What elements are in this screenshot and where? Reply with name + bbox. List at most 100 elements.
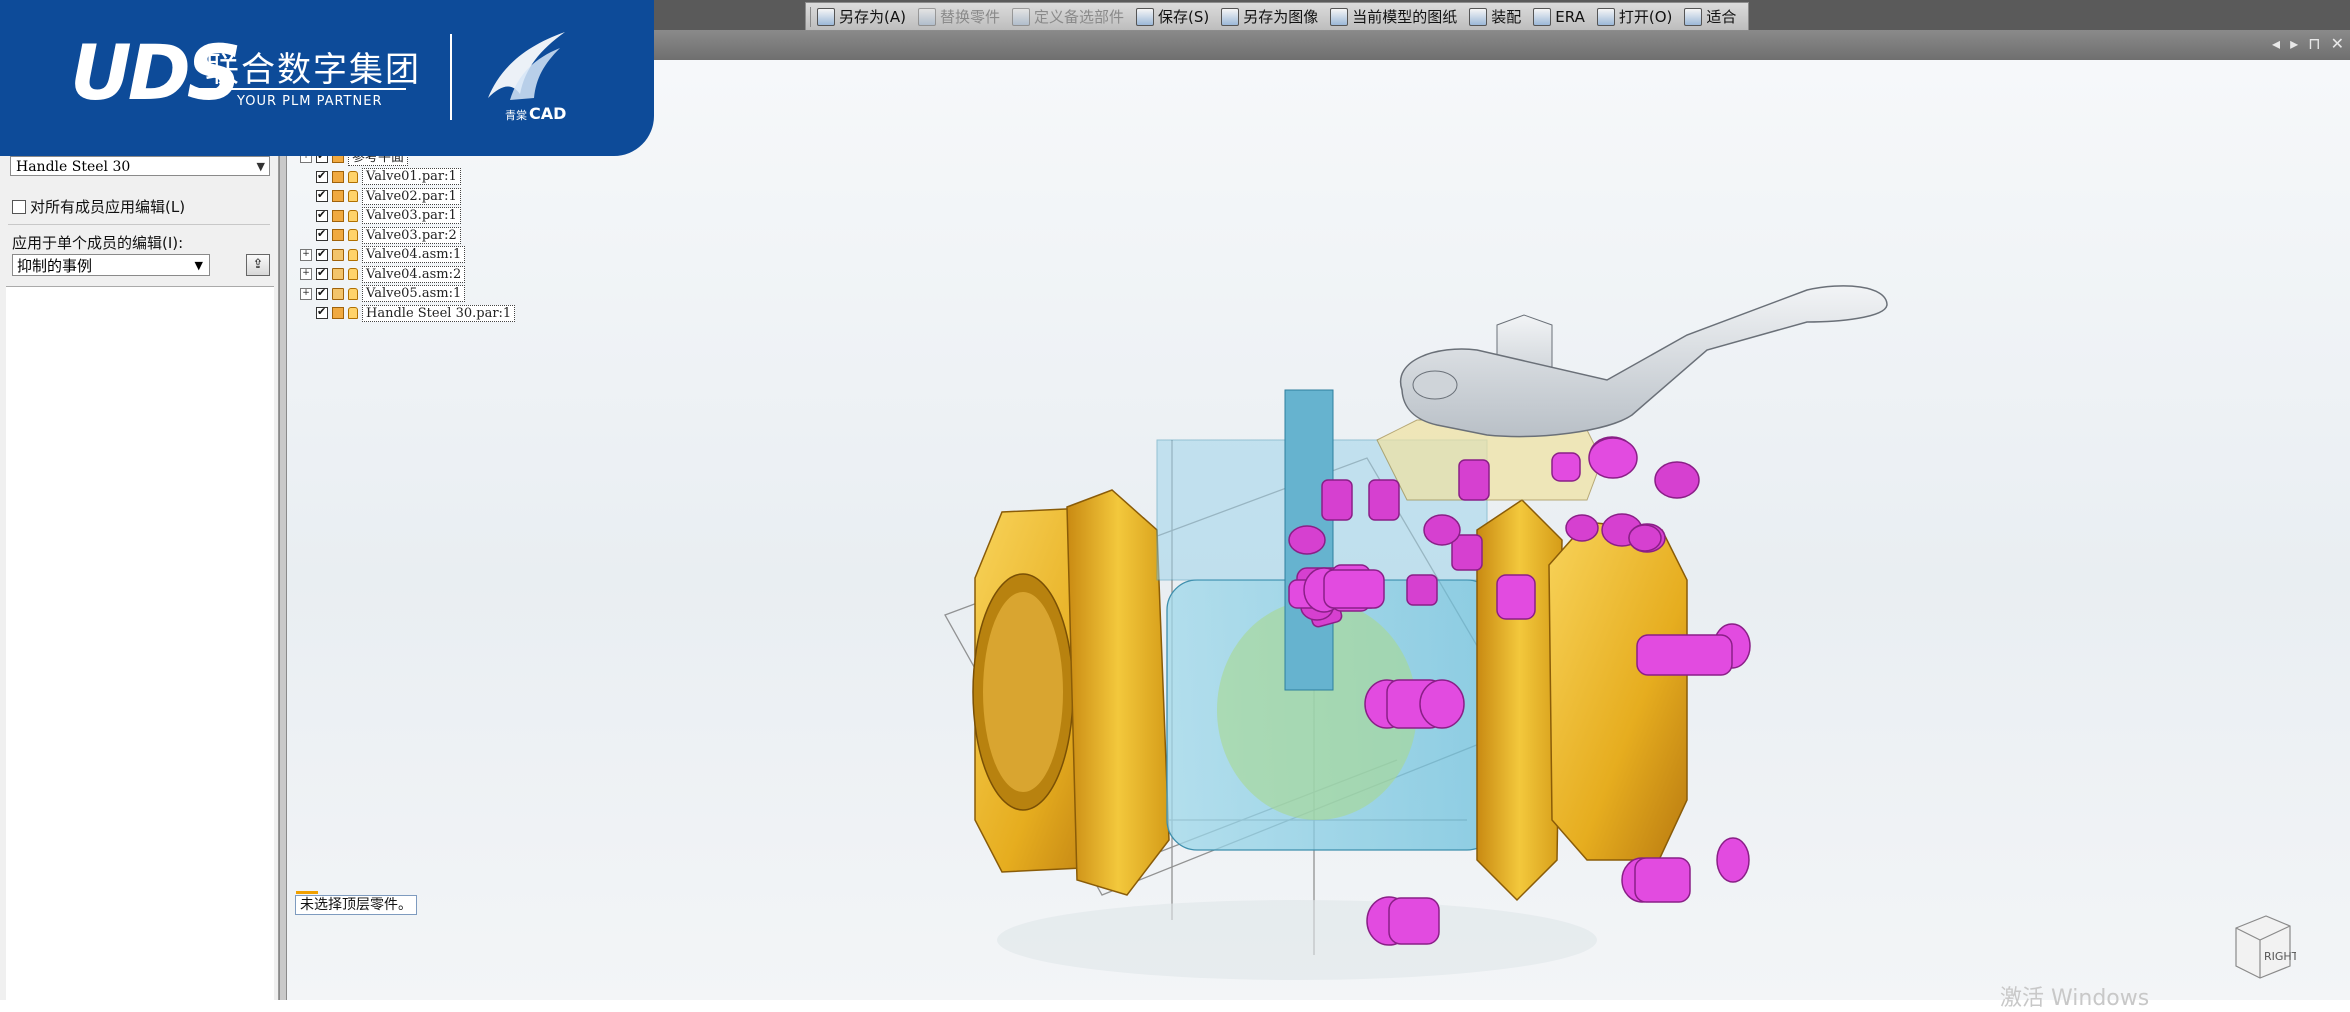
assembly-icon — [332, 248, 344, 261]
part-icon — [332, 170, 344, 183]
visibility-checkbox[interactable] — [316, 227, 328, 241]
visibility-checkbox[interactable] — [316, 247, 328, 261]
toolbar-button-label: 另存为(A) — [839, 8, 906, 26]
expand-icon[interactable]: + — [300, 248, 312, 261]
toolbar-button-9[interactable]: 适合 — [1678, 4, 1742, 29]
valve-assembly-model — [944, 285, 1888, 980]
part-icon — [332, 307, 344, 319]
status-message: 未选择顶层零件。 — [295, 891, 417, 915]
view-cube[interactable]: RIGHT — [2228, 910, 2299, 982]
toolbar-button-label: 替换零件 — [939, 8, 1000, 26]
scroll-right-icon[interactable]: ▸ — [2290, 34, 2298, 53]
tree-item[interactable]: Valve03.par:1 — [300, 207, 461, 225]
apply-all-checkbox[interactable] — [12, 199, 26, 214]
tree-item[interactable]: Valve01.par:1 — [300, 168, 461, 186]
fit-icon — [1684, 7, 1703, 26]
toolbar-button-7[interactable]: ERA — [1527, 4, 1591, 29]
toolbar-button-label: 定义备选部件 — [1033, 8, 1124, 26]
toolbar-button-5[interactable]: 当前模型的图纸 — [1324, 4, 1463, 29]
lock-icon — [348, 307, 358, 319]
lock-icon — [348, 248, 358, 261]
save-as-icon — [817, 7, 835, 26]
toolbar-button-label: 另存为图像 — [1243, 8, 1319, 26]
view-cube-face-label: RIGHT — [2264, 950, 2296, 963]
family-member-panel: Handle Steel 30 ▼ 对所有成员应用编辑(L) 应用于单个成员的编… — [0, 156, 279, 1001]
tree-item-label: Handle Steel 30.par:1 — [362, 304, 516, 322]
tree-item[interactable]: Handle Steel 30.par:1 — [300, 304, 516, 322]
open-icon — [1596, 7, 1615, 26]
visibility-checkbox[interactable] — [316, 208, 328, 222]
apply-all-row[interactable]: 对所有成员应用编辑(L) — [12, 196, 185, 217]
product-prefix: 青棠 — [505, 109, 527, 122]
lock-icon — [348, 170, 358, 183]
visibility-checkbox[interactable] — [316, 266, 328, 280]
tree-item-label: Valve03.par:2 — [362, 226, 461, 244]
tree-item[interactable]: + Valve04.asm:2 — [300, 265, 466, 283]
assembly-icon — [332, 268, 344, 280]
expand-icon[interactable]: + — [300, 287, 312, 300]
pin-icon[interactable]: ⊓ — [2308, 34, 2320, 53]
tagline: YOUR PLM PARTNER — [237, 94, 383, 109]
visibility-checkbox[interactable] — [316, 169, 328, 183]
drawing-icon — [1330, 7, 1349, 26]
era-icon — [1533, 7, 1552, 26]
lock-icon — [348, 287, 358, 300]
tree-item-label: Valve04.asm:2 — [362, 265, 466, 283]
lock-icon — [348, 209, 358, 222]
qingtang-bird-icon — [488, 32, 565, 100]
tree-item[interactable]: + Valve05.asm:1 — [300, 285, 466, 303]
tree-item-label: Valve03.par:1 — [362, 207, 461, 224]
suppress-select-value: 抑制的事例 — [17, 257, 93, 275]
tree-item[interactable]: + Valve04.asm:1 — [300, 246, 466, 264]
apply-all-label: 对所有成员应用编辑(L) — [30, 198, 186, 216]
toolbar-button-label: 当前模型的图纸 — [1352, 8, 1458, 26]
assembly-icon — [1469, 7, 1488, 26]
save-icon — [1136, 7, 1154, 26]
scroll-left-icon[interactable]: ◂ — [2272, 34, 2280, 53]
member-select[interactable]: Handle Steel 30 ▼ — [10, 156, 270, 176]
visibility-checkbox[interactable] — [316, 305, 328, 319]
part-icon — [332, 190, 344, 202]
toolbar-button-3[interactable]: 保存(S) — [1130, 4, 1215, 29]
windows-watermark: 激活 Windows — [2000, 986, 2150, 1011]
3d-viewport[interactable] — [287, 60, 2350, 1000]
tree-item-label: Valve04.asm:1 — [362, 246, 466, 263]
visibility-checkbox[interactable] — [316, 188, 328, 202]
toolbar-button-2[interactable]: 定义备选部件 — [1006, 4, 1130, 29]
chevron-down-icon: ▼ — [256, 160, 265, 173]
member-list[interactable] — [6, 286, 274, 1001]
toolbar-button-label: 打开(O) — [1618, 8, 1673, 26]
toolbar-button-8[interactable]: 打开(O) — [1591, 4, 1679, 29]
toolbar-button-4[interactable]: 另存为图像 — [1215, 4, 1324, 29]
visibility-checkbox[interactable] — [316, 286, 328, 300]
tree-item[interactable]: Valve02.par:1 — [300, 187, 461, 205]
window-controls: ◂ ▸ ⊓ ✕ — [2272, 34, 2344, 53]
toolbar-button-6[interactable]: 装配 — [1463, 4, 1527, 29]
part-icon — [332, 209, 344, 222]
view-cube-icon: RIGHT — [2235, 915, 2299, 979]
tree-item-label: Valve01.par:1 — [362, 168, 461, 185]
tree-item[interactable]: Valve03.par:2 — [300, 226, 461, 244]
close-icon[interactable]: ✕ — [2331, 34, 2344, 53]
define-alternate-icon — [1011, 7, 1030, 26]
uds-logo-banner: UDS 联合数字集团 YOUR PLM PARTNER 青棠 CAD — [0, 0, 654, 156]
member-select-value: Handle Steel 30 — [16, 159, 131, 175]
replace-part-icon — [917, 7, 936, 26]
toolbar-button-0[interactable]: 另存为(A) — [811, 4, 912, 29]
tree-item-label: Valve02.par:1 — [362, 187, 461, 205]
panel-divider — [8, 224, 270, 225]
product-logo: 青棠 CAD — [505, 104, 566, 123]
logo-separator — [450, 34, 452, 120]
logo-underline — [198, 88, 406, 90]
expand-icon[interactable]: + — [300, 268, 312, 280]
panel-splitter[interactable] — [279, 156, 287, 1000]
product-name: CAD — [529, 104, 567, 123]
chevron-down-icon: ▼ — [194, 259, 203, 272]
save-image-icon — [1221, 7, 1240, 26]
toolbar-button-1[interactable]: 替换零件 — [912, 4, 1006, 29]
apply-single-label: 应用于单个成员的编辑(I): — [12, 234, 184, 252]
tree-item-label: Valve05.asm:1 — [362, 285, 466, 302]
apply-edit-button[interactable]: ⇪ — [246, 254, 270, 276]
suppress-select[interactable]: 抑制的事例 ▼ — [12, 254, 210, 276]
lock-icon — [348, 268, 358, 280]
